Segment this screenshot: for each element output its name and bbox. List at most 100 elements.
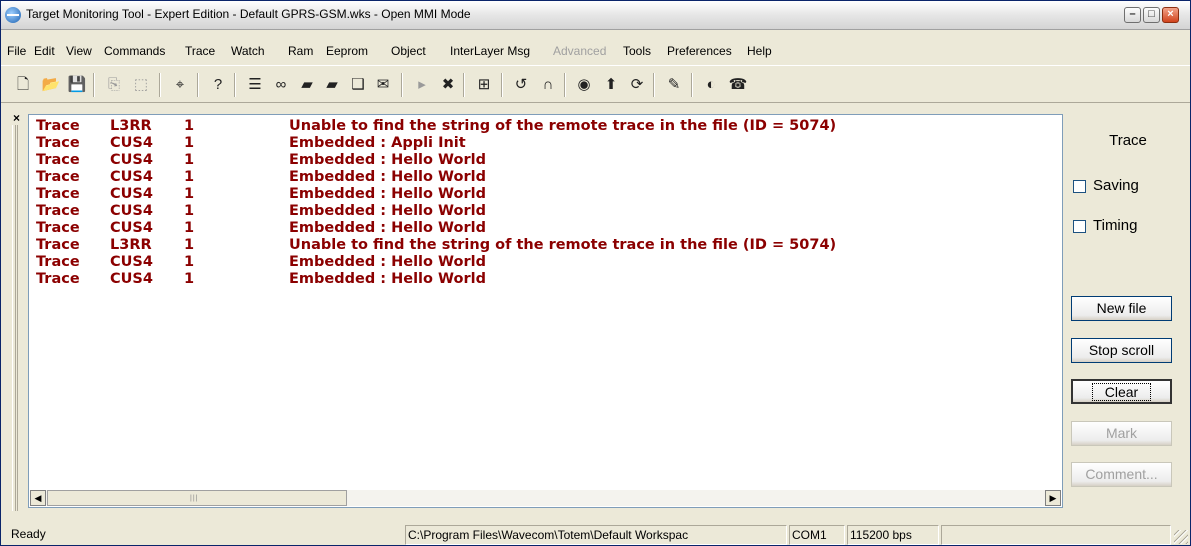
clear-button[interactable]: Clear	[1071, 379, 1172, 404]
play-icon[interactable]: ▸	[412, 75, 432, 95]
trace-source-cell: L3RR	[110, 118, 152, 134]
trace-message-cell: Embedded : Hello World	[289, 186, 486, 202]
toolbar-separator	[653, 73, 655, 97]
stop-icon[interactable]: ✖	[438, 75, 458, 95]
stop-scroll-button[interactable]: Stop scroll	[1071, 338, 1172, 363]
menu-file[interactable]: File	[7, 44, 26, 58]
trace-message-cell: Embedded : Hello World	[289, 254, 486, 270]
trace-message-cell: Embedded : Hello World	[289, 271, 486, 287]
record-icon[interactable]: ◉	[574, 75, 594, 95]
menu-bar: File Edit View Commands Trace Watch Ram …	[1, 41, 1190, 63]
trace-message-cell: Unable to find the string of the remote …	[289, 118, 837, 134]
trace-type-cell: Trace	[36, 254, 80, 270]
help-icon[interactable]: ?	[208, 75, 228, 95]
comment-button: Comment...	[1071, 462, 1172, 487]
trace-pane[interactable]: Trace L3RR 1 Unable to find the string of t…	[28, 114, 1063, 508]
menu-object[interactable]: Object	[391, 44, 426, 58]
scroll-right-icon[interactable]: ▶	[1045, 490, 1061, 506]
scroll-left-icon[interactable]: ◀	[30, 490, 46, 506]
trace-yellow-icon[interactable]: ▰	[297, 75, 317, 95]
new-file-icon[interactable]: 🗋	[13, 75, 33, 95]
trace-source-cell: CUS4	[110, 203, 153, 219]
save-icon[interactable]: 💾	[67, 75, 87, 95]
dock-grip[interactable]	[12, 125, 18, 511]
close-pane-icon[interactable]: ×	[13, 111, 20, 125]
menu-help[interactable]: Help	[747, 44, 772, 58]
menu-advanced: Advanced	[553, 44, 607, 58]
wavecom-icon[interactable]: ◐	[701, 75, 721, 95]
trace-level-cell: 1	[184, 254, 195, 270]
timing-label[interactable]: Timing	[1093, 217, 1137, 234]
trace-source-cell: CUS4	[110, 135, 153, 151]
close-button[interactable]: ×	[1162, 7, 1179, 23]
trace-level-cell: 1	[184, 271, 195, 287]
trace-level-cell: 1	[184, 203, 195, 219]
menu-eeprom[interactable]: Eeprom	[326, 44, 368, 58]
menu-preferences[interactable]: Preferences	[667, 44, 732, 58]
trace-green-icon[interactable]: ▰	[322, 75, 342, 95]
menu-watch[interactable]: Watch	[231, 44, 265, 58]
open-folder-icon[interactable]: 📂	[41, 75, 61, 95]
trace-level-cell: 1	[184, 186, 195, 202]
find-icon[interactable]: ⌖	[170, 75, 190, 95]
new-file-button[interactable]: New file	[1071, 296, 1172, 321]
doc-refresh-icon[interactable]: ⟳	[627, 75, 647, 95]
trace-message-cell: Embedded : Hello World	[289, 220, 486, 236]
doc-up-icon[interactable]: ⬆	[601, 75, 621, 95]
menu-tools[interactable]: Tools	[623, 44, 651, 58]
menu-edit[interactable]: Edit	[34, 44, 55, 58]
status-baud: 115200 bps	[847, 525, 939, 545]
toolbar-separator	[401, 73, 403, 97]
trace-message-cell: Unable to find the string of the remote …	[289, 237, 837, 253]
trace-type-cell: Trace	[36, 169, 80, 185]
trace-source-cell: CUS4	[110, 271, 153, 287]
gift-icon[interactable]: ❑	[348, 75, 368, 95]
trace-source-cell: CUS4	[110, 169, 153, 185]
trace-type-cell: Trace	[36, 186, 80, 202]
resize-grip-icon[interactable]	[1174, 530, 1188, 544]
status-bar: Ready C:\Program Files\Wavecom\Totem\Def…	[1, 523, 1190, 545]
trace-type-cell: Trace	[36, 152, 80, 168]
maximize-button[interactable]: □	[1143, 7, 1160, 23]
saving-checkbox[interactable]	[1073, 180, 1086, 193]
trace-type-cell: Trace	[36, 220, 80, 236]
horizontal-scrollbar[interactable]: ◀ ||| ▶	[30, 490, 1061, 506]
select-icon[interactable]: ⬚	[131, 75, 151, 95]
status-empty	[941, 525, 1171, 545]
trace-side-panel: Trace Saving Timing New file Stop scroll…	[1065, 114, 1190, 508]
trace-level-cell: 1	[184, 152, 195, 168]
trace-type-cell: Trace	[36, 118, 80, 134]
search-doc-icon[interactable]: ✉	[373, 75, 393, 95]
app-icon[interactable]	[5, 7, 21, 23]
trace-source-cell: CUS4	[110, 254, 153, 270]
status-workspace: C:\Program Files\Wavecom\Totem\Default W…	[405, 525, 787, 545]
add-table-icon[interactable]: ⊞	[474, 75, 494, 95]
doc-edit-icon[interactable]: ✎	[664, 75, 684, 95]
trace-type-cell: Trace	[36, 271, 80, 287]
timing-checkbox[interactable]	[1073, 220, 1086, 233]
trace-source-cell: CUS4	[110, 152, 153, 168]
minimize-button[interactable]: –	[1124, 7, 1141, 23]
saving-label[interactable]: Saving	[1093, 177, 1139, 194]
scroll-grip-icon: |||	[190, 495, 199, 502]
mark-button: Mark	[1071, 421, 1172, 446]
menu-interlayer-msg[interactable]: InterLayer Msg	[450, 44, 530, 58]
menu-ram[interactable]: Ram	[288, 44, 313, 58]
toolbar-separator	[93, 73, 95, 97]
menu-commands[interactable]: Commands	[104, 44, 165, 58]
phone-icon[interactable]: ☎	[728, 75, 748, 95]
copy-icon[interactable]: ⎘	[104, 75, 124, 95]
trace-message-cell: Embedded : Hello World	[289, 203, 486, 219]
window-title: Target Monitoring Tool - Expert Edition …	[26, 7, 471, 21]
title-bar[interactable]: Target Monitoring Tool - Expert Edition …	[1, 1, 1190, 30]
menu-view[interactable]: View	[66, 44, 92, 58]
clear-button-label: Clear	[1091, 383, 1152, 401]
magnet-icon[interactable]: ∩	[538, 75, 558, 95]
toolbar-separator	[234, 73, 236, 97]
menu-trace[interactable]: Trace	[185, 44, 215, 58]
glasses-icon[interactable]: ∞	[271, 75, 291, 95]
trace-source-cell: CUS4	[110, 220, 153, 236]
trace-level-cell: 1	[184, 237, 195, 253]
reset-icon[interactable]: ↺	[511, 75, 531, 95]
document-icon[interactable]: ☰	[245, 75, 265, 95]
